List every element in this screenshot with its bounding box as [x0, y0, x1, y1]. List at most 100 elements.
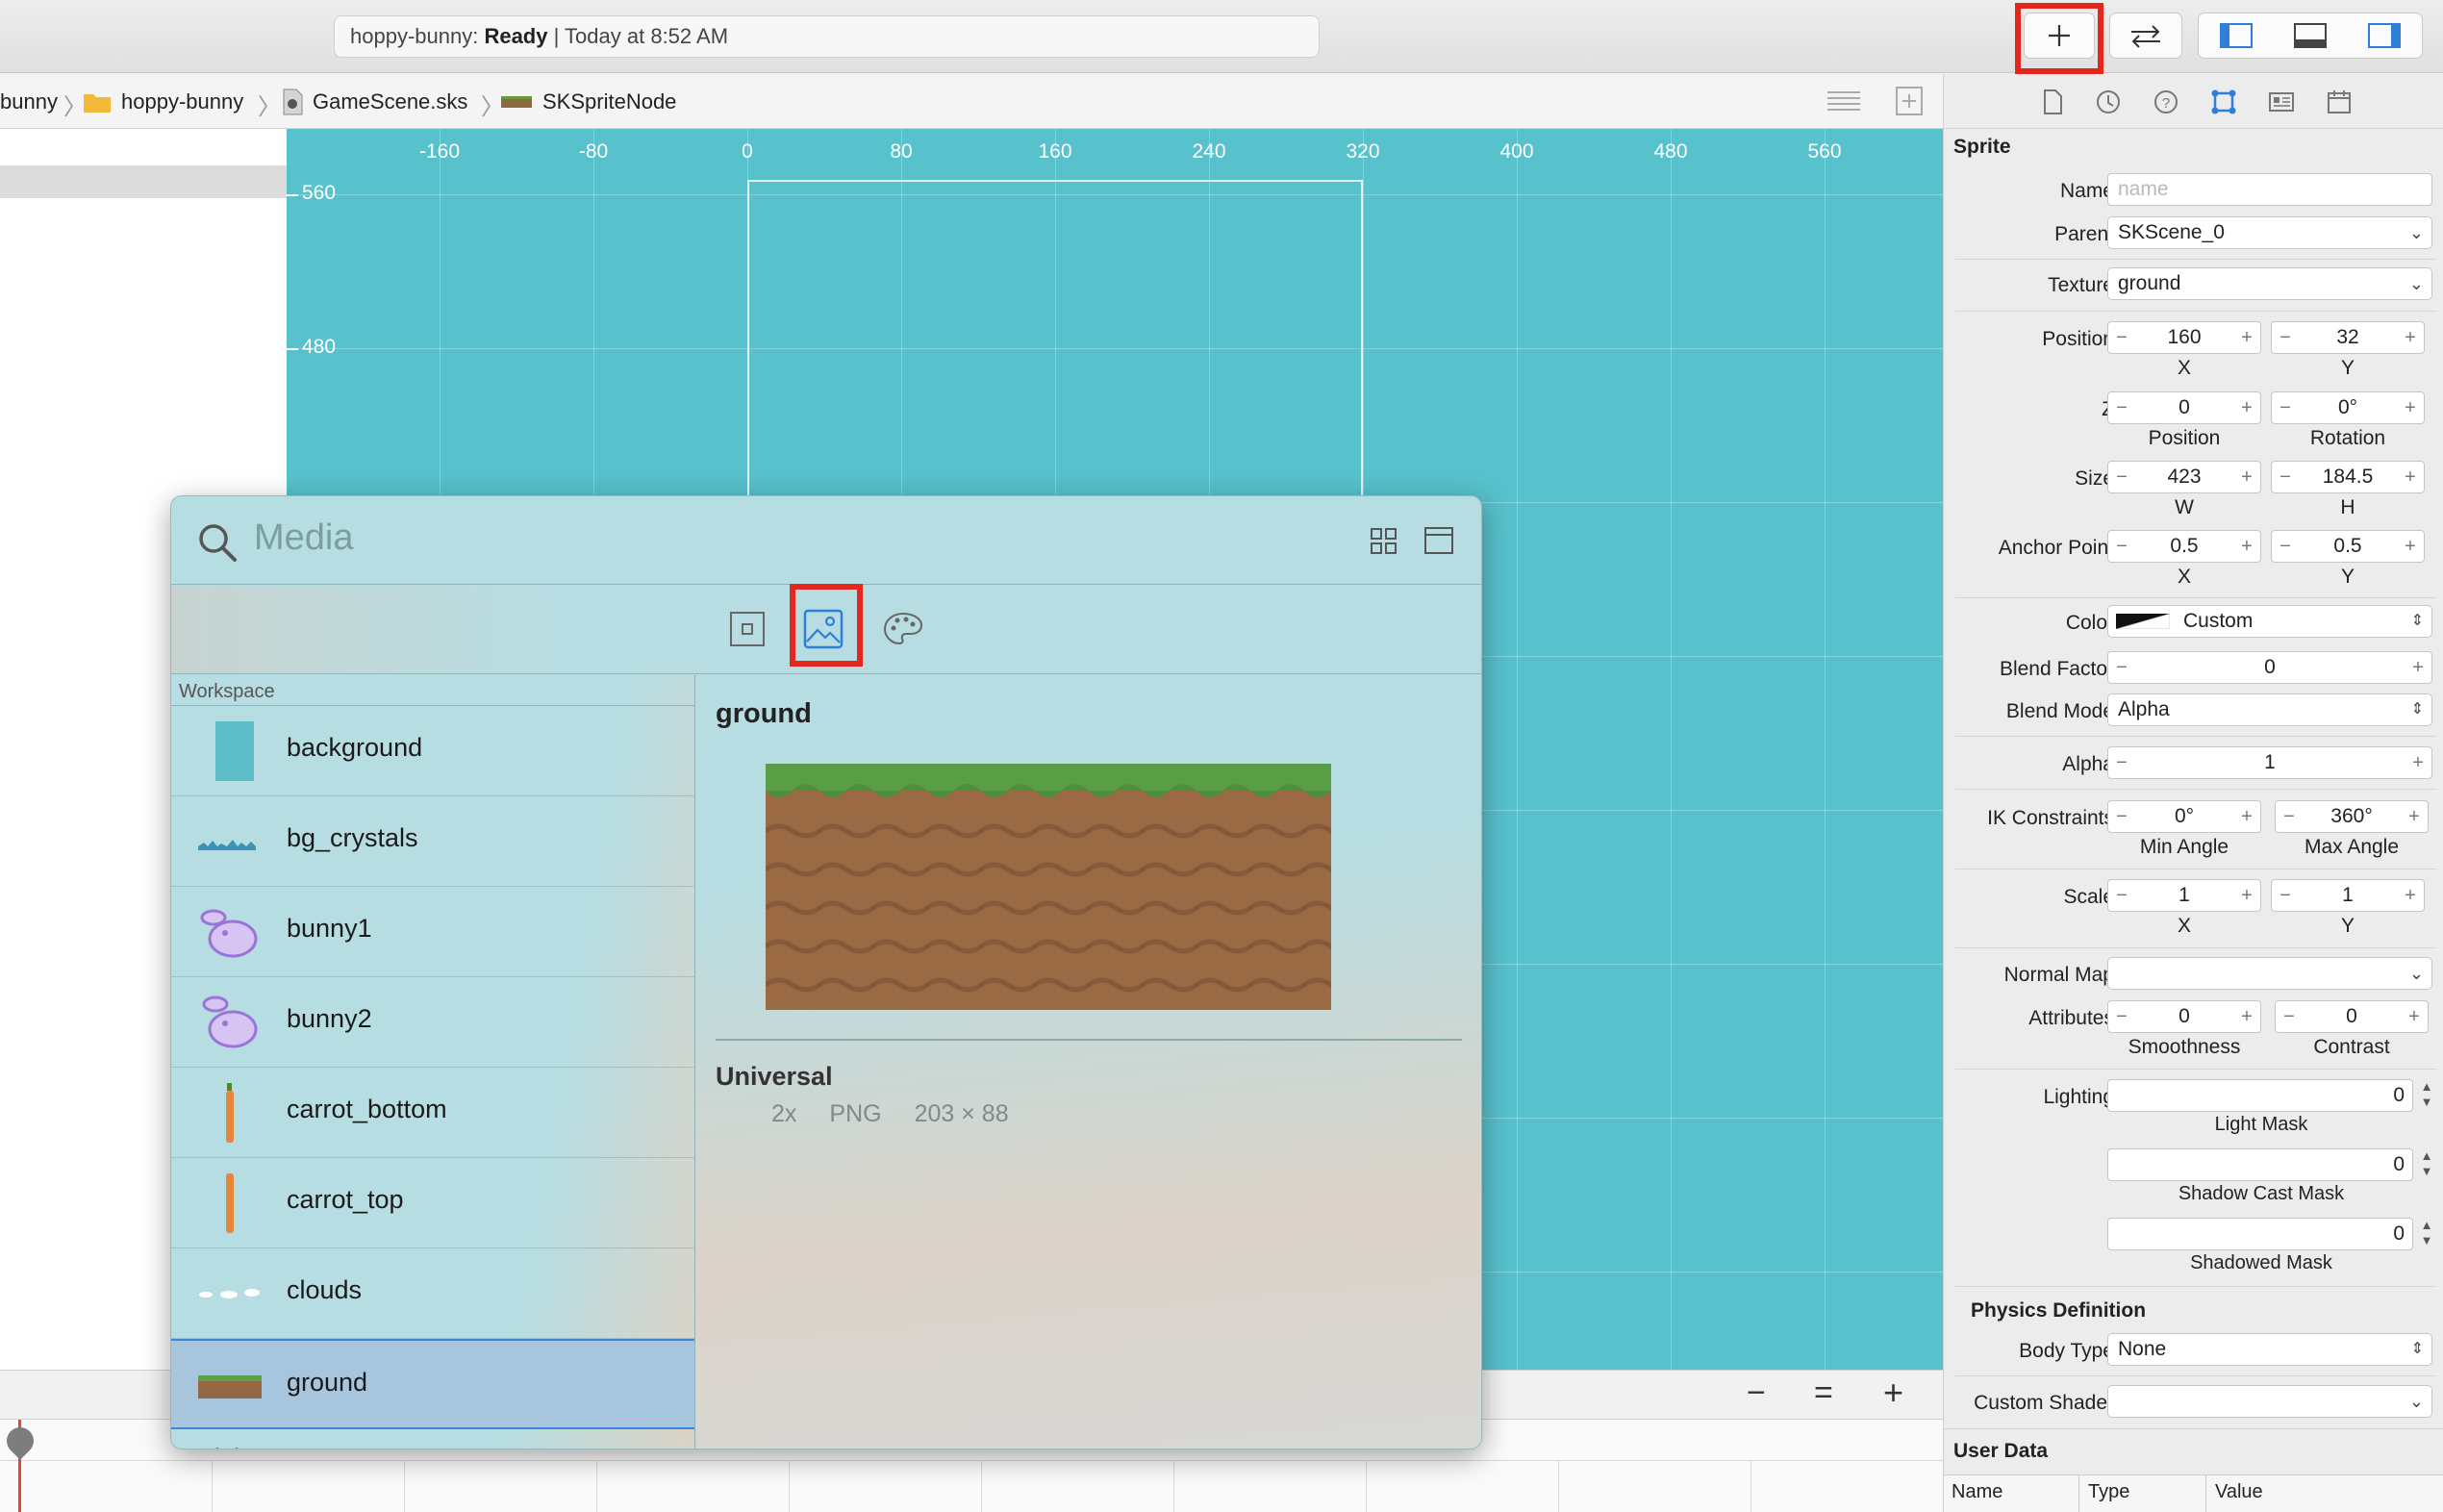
breadcrumb-file[interactable]: GameScene.sks — [282, 74, 467, 129]
ruler-tick — [287, 194, 298, 196]
anchor-y-stepper[interactable]: −0.5 + — [2271, 530, 2425, 563]
body-type-popup[interactable]: None ⇕ — [2107, 1333, 2432, 1366]
detail-specs: 2x PNG 203 × 88 — [771, 1100, 1009, 1128]
list-item[interactable]: bunny1 — [171, 887, 694, 977]
breadcrumb-file-label: GameScene.sks — [313, 89, 468, 113]
scale-x-stepper[interactable]: −1 + — [2107, 879, 2261, 912]
list-item[interactable]: carrot_top — [171, 1158, 694, 1248]
detail-view-icon[interactable] — [1423, 526, 1454, 555]
ik-min-value: 0° — [2174, 805, 2195, 827]
alpha-label: Alpha — [2062, 753, 2114, 775]
position-y-stepper[interactable]: −32 + — [2271, 321, 2425, 354]
anchor-x-stepper[interactable]: −0.5 + — [2107, 530, 2261, 563]
chevron-down-icon: ⌄ — [2408, 223, 2424, 242]
library-type-tabs — [171, 584, 1481, 674]
window-toolbar: hoppy-bunny: Ready | Today at 8:52 AM — [0, 0, 2443, 74]
shadow-cast-mask-field[interactable]: 0 — [2107, 1148, 2413, 1181]
ruler-x-label: 320 — [1346, 140, 1380, 163]
list-item[interactable]: bunny2 — [171, 977, 694, 1068]
help-icon[interactable]: ? — [2152, 88, 2180, 116]
version-editor-button[interactable] — [2109, 13, 2182, 59]
list-item[interactable]: bg_crystals — [171, 796, 694, 887]
custom-shader-popup[interactable]: ⌄ — [2107, 1385, 2432, 1418]
list-item[interactable]: carrot_bottom — [171, 1068, 694, 1158]
history-clock-icon[interactable] — [2094, 88, 2123, 116]
carrot-thumbnail — [226, 1173, 234, 1233]
left-panel-icon[interactable] — [2219, 22, 2254, 49]
add-editor-icon[interactable] — [1895, 86, 1924, 116]
alpha-stepper[interactable]: −1 + — [2107, 746, 2432, 779]
list-item[interactable] — [171, 1431, 694, 1449]
name-field[interactable]: name — [2107, 173, 2432, 206]
parent-popup[interactable]: SKScene_0 ⌄ — [2107, 216, 2432, 249]
timeline-marker — [596, 1460, 597, 1512]
y-label: Y — [2340, 357, 2355, 379]
identity-icon[interactable] — [2267, 88, 2296, 116]
z-rotation-value: 0° — [2337, 396, 2358, 418]
right-panel-icon[interactable] — [2367, 22, 2402, 49]
list-item[interactable]: clouds — [171, 1248, 694, 1339]
attributes-label: Attributes — [2028, 1007, 2114, 1029]
attributes-inspector-icon[interactable] — [2209, 88, 2238, 116]
position-x-stepper[interactable]: −160 + — [2107, 321, 2261, 354]
z-position-stepper[interactable]: −0 + — [2107, 391, 2261, 424]
column-name[interactable]: Name — [1952, 1481, 2002, 1503]
media-search-bar: Media — [171, 496, 1481, 585]
folder-icon — [84, 93, 111, 113]
divider — [1955, 1286, 2436, 1287]
blend-mode-popup[interactable]: Alpha ⇕ — [2107, 693, 2432, 726]
calendar-icon[interactable] — [2325, 88, 2354, 116]
navigator-selected-row[interactable] — [0, 165, 287, 198]
file-icon[interactable] — [2038, 88, 2067, 116]
playhead-handle[interactable] — [1, 1422, 39, 1460]
zoom-reset-button[interactable]: = — [1814, 1374, 1833, 1412]
light-mask-stepper[interactable]: ▲ ▼ — [2419, 1079, 2434, 1112]
size-h-stepper[interactable]: −184.5 + — [2271, 461, 2425, 493]
breadcrumb-node[interactable]: SKSpriteNode — [500, 74, 676, 129]
objects-library-icon[interactable] — [729, 611, 766, 647]
color-popup[interactable]: Custom ⇕ — [2107, 605, 2432, 638]
shadowed-mask-field[interactable]: 0 — [2107, 1218, 2413, 1250]
list-item[interactable]: background — [171, 706, 694, 796]
smoothness-stepper[interactable]: −0 + — [2107, 1000, 2261, 1033]
column-type[interactable]: Type — [2088, 1481, 2129, 1503]
texture-popup[interactable]: ground ⌄ — [2107, 267, 2432, 300]
z-rotation-stepper[interactable]: −0° + — [2271, 391, 2425, 424]
status-time: | Today at 8:52 AM — [553, 24, 729, 48]
divider — [1955, 597, 2436, 598]
blend-factor-stepper[interactable]: −0 + — [2107, 651, 2432, 684]
parent-value: SKScene_0 — [2118, 221, 2225, 243]
ik-max-stepper[interactable]: −360° + — [2275, 800, 2429, 833]
user-data-table-header: Name Type Value — [1944, 1474, 2443, 1512]
color-palette-icon[interactable] — [883, 611, 923, 647]
grid-view-icon[interactable] — [1370, 527, 1398, 556]
list-item-selected[interactable]: ground — [171, 1339, 694, 1429]
search-icon — [199, 524, 237, 562]
x-label: X — [2177, 357, 2191, 379]
zoom-in-button[interactable]: + — [1883, 1373, 1903, 1413]
position-x-value: 160 — [2167, 326, 2202, 348]
shadowed-mask-stepper[interactable]: ▲ ▼ — [2419, 1218, 2434, 1250]
column-value[interactable]: Value — [2215, 1481, 2263, 1503]
ruler-x-label: 240 — [1192, 140, 1226, 163]
size-w-stepper[interactable]: −423 + — [2107, 461, 2261, 493]
ik-max-label: Max Angle — [2304, 836, 2400, 858]
ik-min-stepper[interactable]: −0° + — [2107, 800, 2261, 833]
light-mask-field[interactable]: 0 — [2107, 1079, 2413, 1112]
breadcrumb-folder[interactable]: hoppy-bunny — [83, 74, 243, 129]
ground-thumbnail — [198, 1375, 262, 1399]
media-library-popover: Media Workspace background bg_crystals b… — [170, 495, 1482, 1449]
custom-shader-label: Custom Shader — [1974, 1392, 2114, 1414]
scale-y-stepper[interactable]: −1 + — [2271, 879, 2425, 912]
bottom-panel-icon[interactable] — [2293, 22, 2328, 49]
normal-map-popup[interactable]: ⌄ — [2107, 957, 2432, 990]
zoom-out-button[interactable]: − — [1747, 1374, 1766, 1412]
detail-universal-label: Universal — [716, 1062, 833, 1091]
shadow-cast-mask-stepper[interactable]: ▲ ▼ — [2419, 1148, 2434, 1181]
contrast-stepper[interactable]: −0 + — [2275, 1000, 2429, 1033]
divider — [1955, 311, 2436, 312]
breadcrumb-project[interactable]: bunny — [0, 74, 58, 129]
media-search-input[interactable]: Media — [254, 517, 354, 559]
outline-lines-icon[interactable] — [1826, 88, 1862, 116]
x-label: X — [2177, 915, 2191, 937]
